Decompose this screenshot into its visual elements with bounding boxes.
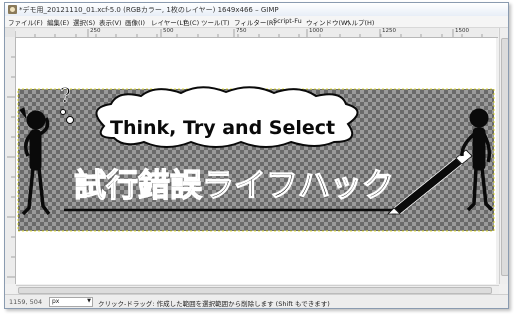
status-bar: 1159, 504 px ▼ クリック-ドラッグ: 作成した範囲を選択範囲から削… [5,294,508,308]
banner-text: 試行錯誤ライフハック [74,166,394,204]
menu-help[interactable]: ヘルプ(H) [345,17,374,27]
screenshot-frame: *デモ用_20121110_01.xcf-5.0 (RGBカラー, 1枚のレイヤ… [0,0,514,314]
vertical-scrollbar[interactable] [499,28,508,284]
ruler-label: 1250 [382,28,396,34]
ruler-ticks [7,56,15,278]
pointer-coordinates: 1159, 504 [9,298,43,306]
ruler-label: 1000 [309,28,323,34]
unit-value: px [52,298,60,305]
question-mark-decoration: ? [60,83,71,107]
gimp-app-icon [8,5,17,14]
menu-script-fu[interactable]: Script-Fu [273,17,302,25]
ruler-ticks [15,29,483,37]
ruler-label: 500 [163,28,174,34]
thought-bubble-dot-small [60,109,66,115]
menu-bar: ファイル(F) 編集(E) 選択(S) 表示(V) 画像(I) レイヤー(L) … [5,16,508,28]
window-title: *デモ用_20121110_01.xcf-5.0 (RGBカラー, 1枚のレイヤ… [19,6,279,14]
image-canvas[interactable]: ? Think, Try and Select 試行錯誤ライフハック [16,38,496,284]
vertical-ruler[interactable] [5,37,16,284]
menu-color[interactable]: 色(C) [183,17,199,27]
image-canvas-svg: ? Think, Try and Select 試行錯誤ライフハック [17,83,495,232]
heading-text: Think, Try and Select [110,117,335,139]
menu-layer[interactable]: レイヤー(L) [151,17,186,27]
menu-windows[interactable]: ウィンドウ(W) [306,17,350,27]
menu-edit[interactable]: 編集(E) [47,17,69,27]
title-bar: *デモ用_20121110_01.xcf-5.0 (RGBカラー, 1枚のレイヤ… [5,3,508,16]
horizontal-scroll-thumb[interactable] [18,287,492,294]
vertical-scroll-thumb[interactable] [501,38,508,276]
chevron-down-icon: ▼ [87,298,91,304]
menu-view[interactable]: 表示(V) [99,17,122,27]
gimp-window: *デモ用_20121110_01.xcf-5.0 (RGBカラー, 1枚のレイヤ… [4,2,509,309]
menu-image[interactable]: 画像(I) [125,17,145,27]
menu-tools[interactable]: ツール(T) [201,17,230,27]
ruler-label: 750 [236,28,247,34]
menu-filters[interactable]: フィルター(R) [234,17,276,27]
horizontal-scrollbar[interactable] [16,285,499,294]
ruler-label: 1500 [455,28,469,34]
unit-select[interactable]: px ▼ [49,297,93,307]
thought-bubble-dot-large [66,116,74,124]
ruler-label: 250 [90,28,101,34]
horizontal-ruler[interactable]: 250 500 750 1000 1250 1500 [15,28,498,38]
menu-select[interactable]: 選択(S) [73,17,95,27]
status-message: クリック-ドラッグ: 作成した範囲を選択範囲から削除します (Shift もでき… [98,300,330,308]
menu-file[interactable]: ファイル(F) [8,17,43,27]
